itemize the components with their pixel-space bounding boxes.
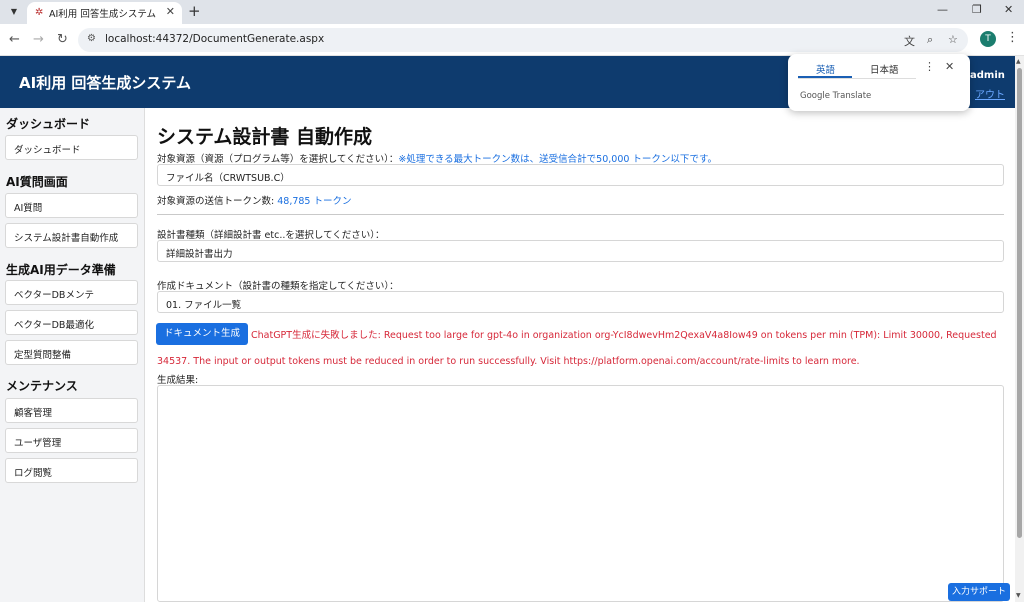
translate-brand: Google Translate	[800, 91, 872, 101]
maximize-icon[interactable]: ❐	[972, 3, 982, 16]
resource-select[interactable]: ファイル名（CRWTSUB.C）	[157, 164, 1004, 186]
sidebar-item-customers[interactable]: 顧客管理	[5, 398, 138, 423]
url-text: localhost:44372/DocumentGenerate.aspx	[105, 33, 325, 45]
translate-popup: 英語 日本語 ⋮ ✕ Google Translate	[788, 54, 970, 111]
sidebar-item-design-doc[interactable]: システム設計書自動作成	[5, 223, 138, 248]
zoom-icon[interactable]: ⌕	[927, 33, 933, 47]
translate-close-icon[interactable]: ✕	[945, 60, 954, 73]
doc-type-select[interactable]: 詳細設計書出力	[157, 240, 1004, 262]
bookmark-star-icon[interactable]: ☆	[948, 33, 958, 46]
page-title: システム設計書 自動作成	[157, 126, 373, 148]
tab-title: AI利用 回答生成システム	[49, 9, 157, 20]
browser-tab[interactable]: ✲ AI利用 回答生成システム ✕	[27, 2, 182, 24]
doc-type-label: 設計書種類（詳細設計書 etc..を選択してください）：	[157, 230, 385, 241]
browser-nav-bar: ← → ↻ ⚙ localhost:44372/DocumentGenerate…	[0, 24, 1024, 56]
page-scrollbar[interactable]: ▲ ▼	[1015, 56, 1024, 602]
address-bar[interactable]: ⚙ localhost:44372/DocumentGenerate.aspx …	[78, 28, 968, 52]
document-label: 作成ドキュメント（設計書の種類を指定してください）：	[157, 281, 399, 292]
sidebar-heading-dashboard: ダッシュボード	[6, 117, 91, 131]
sidebar: ダッシュボード ダッシュボード AI質問画面 AI質問 システム設計書自動作成 …	[0, 108, 145, 602]
translate-tab-divider	[798, 78, 916, 79]
sidebar-item-ai-question[interactable]: AI質問	[5, 193, 138, 218]
user-name: admin	[970, 70, 1005, 81]
minimize-icon[interactable]: —	[937, 3, 948, 16]
browser-menu-icon[interactable]: ⋮	[1006, 30, 1019, 45]
sidebar-item-dashboard[interactable]: ダッシュボード	[5, 135, 138, 160]
tab-list-icon[interactable]: ▼	[6, 5, 22, 19]
forward-icon[interactable]: →	[33, 32, 44, 47]
logout-link[interactable]: アウト	[975, 86, 1005, 101]
site-info-icon[interactable]: ⚙	[87, 33, 96, 44]
translate-icon[interactable]: 文	[904, 33, 915, 49]
divider	[157, 214, 1004, 215]
favicon-icon: ✲	[35, 7, 44, 18]
result-label: 生成結果:	[157, 375, 199, 386]
app-title: AI利用 回答生成システム	[19, 74, 191, 92]
profile-avatar[interactable]: T	[980, 31, 996, 47]
window-close-icon[interactable]: ✕	[1004, 3, 1013, 16]
sidebar-heading-data-prep: 生成AI用データ準備	[6, 263, 116, 277]
sidebar-heading-ai-question: AI質問画面	[6, 175, 68, 189]
new-tab-icon[interactable]: +	[188, 2, 201, 20]
generate-document-button[interactable]: ドキュメント生成	[156, 323, 248, 345]
input-support-button[interactable]: 入力サポート	[948, 583, 1010, 601]
token-count-label-text: 対象資源の送信トークン数:	[157, 196, 278, 207]
main-content: システム設計書 自動作成 対象資源（資源（プログラム等）を選択してください）：※…	[145, 108, 1015, 602]
tab-close-icon[interactable]: ✕	[166, 5, 175, 18]
token-count-value: 48,785 トークン	[277, 196, 352, 207]
sidebar-heading-maintenance: メンテナンス	[6, 379, 78, 393]
sidebar-item-logs[interactable]: ログ閲覧	[5, 458, 138, 483]
scroll-up-icon[interactable]: ▲	[1016, 58, 1021, 65]
sidebar-item-template-questions[interactable]: 定型質問整備	[5, 340, 138, 365]
error-message: ChatGPT生成に失敗しました: Request too large for …	[157, 330, 997, 367]
translate-tab-japanese[interactable]: 日本語	[870, 62, 899, 76]
browser-tab-bar: ▼ ✲ AI利用 回答生成システム ✕ + — ❐ ✕	[0, 0, 1024, 24]
document-select[interactable]: 01. ファイル一覧	[157, 291, 1004, 313]
sidebar-item-vector-db-maint[interactable]: ベクターDBメンテ	[5, 280, 138, 305]
scrollbar-thumb[interactable]	[1017, 68, 1022, 538]
sidebar-item-users[interactable]: ユーザ管理	[5, 428, 138, 453]
sidebar-item-vector-db-optimize[interactable]: ベクターDB最適化	[5, 310, 138, 335]
translate-tab-english[interactable]: 英語	[816, 62, 835, 76]
result-textarea[interactable]	[157, 385, 1004, 602]
token-count-label: 対象資源の送信トークン数: 48,785 トークン	[157, 193, 352, 207]
reload-icon[interactable]: ↻	[57, 32, 68, 47]
back-icon[interactable]: ←	[9, 32, 20, 47]
translate-menu-icon[interactable]: ⋮	[924, 60, 935, 73]
translate-active-indicator	[798, 76, 852, 78]
resource-label: 対象資源（資源（プログラム等）を選択してください）：※処理できる最大トークン数は…	[157, 151, 717, 165]
scroll-down-icon[interactable]: ▼	[1016, 592, 1021, 599]
